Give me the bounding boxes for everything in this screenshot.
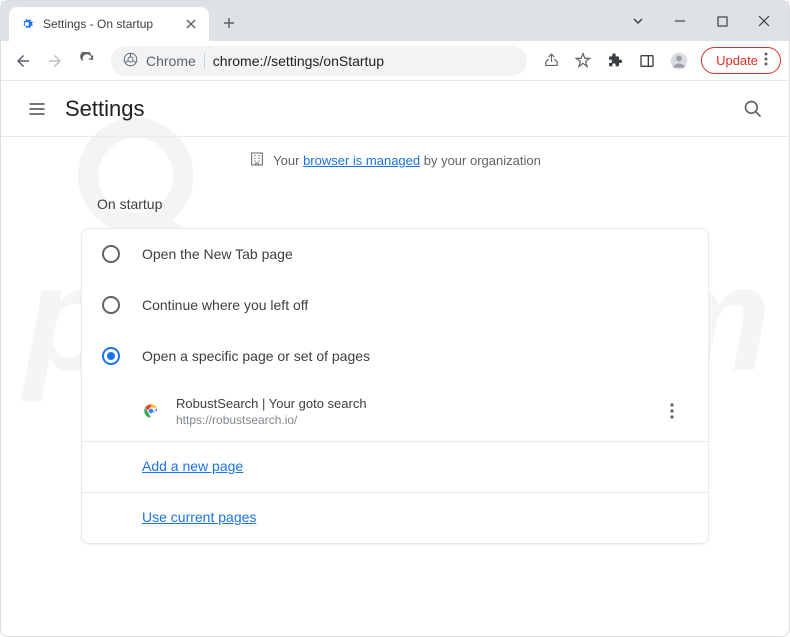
add-page-link[interactable]: Add a new page [142, 458, 243, 474]
update-label: Update [716, 53, 758, 68]
back-button[interactable] [9, 47, 37, 75]
option-label: Open a specific page or set of pages [142, 348, 370, 364]
radio-icon [102, 245, 120, 263]
window-controls [621, 1, 789, 41]
startup-page-item: RobustSearch | Your goto search https://… [82, 381, 708, 441]
update-button[interactable]: Update [701, 47, 781, 74]
managed-banner: Your browser is managed by your organiza… [1, 137, 789, 184]
use-current-link[interactable]: Use current pages [142, 509, 256, 525]
section-title: On startup [81, 184, 709, 228]
extensions-icon[interactable] [601, 47, 629, 75]
building-icon [249, 151, 265, 170]
separator [204, 53, 205, 69]
chevron-down-icon[interactable] [621, 6, 655, 36]
browser-toolbar: Chrome chrome://settings/onStartup Updat… [1, 41, 789, 81]
maximize-button[interactable] [705, 6, 739, 36]
share-icon[interactable] [537, 47, 565, 75]
page-item-title: RobustSearch | Your goto search [176, 396, 640, 411]
tab-title: Settings - On startup [43, 17, 175, 31]
hamburger-icon[interactable] [17, 89, 57, 129]
use-current-row: Use current pages [82, 492, 708, 543]
managed-link[interactable]: browser is managed [303, 153, 420, 168]
page-title: Settings [65, 96, 733, 122]
profile-icon[interactable] [665, 47, 693, 75]
bookmark-icon[interactable] [569, 47, 597, 75]
site-favicon [142, 402, 160, 420]
titlebar: Settings - On startup [1, 1, 789, 41]
gear-icon [19, 16, 35, 32]
option-specific-pages[interactable]: Open a specific page or set of pages [82, 330, 708, 381]
sidebar-icon[interactable] [633, 47, 661, 75]
settings-header: Settings [1, 81, 789, 137]
option-label: Open the New Tab page [142, 246, 293, 262]
page-item-url: https://robustsearch.io/ [176, 413, 640, 427]
close-window-button[interactable] [747, 6, 781, 36]
reload-button[interactable] [73, 47, 101, 75]
minimize-button[interactable] [663, 6, 697, 36]
close-icon[interactable] [183, 16, 199, 32]
radio-icon [102, 296, 120, 314]
omnibox-prefix: Chrome [146, 53, 196, 69]
address-bar[interactable]: Chrome chrome://settings/onStartup [111, 46, 527, 76]
startup-card: Open the New Tab page Continue where you… [81, 228, 709, 544]
option-label: Continue where you left off [142, 297, 308, 313]
radio-icon [102, 347, 120, 365]
search-icon[interactable] [733, 89, 773, 129]
managed-text: Your browser is managed by your organiza… [273, 153, 541, 168]
page-item-menu[interactable] [656, 395, 688, 427]
option-continue[interactable]: Continue where you left off [82, 279, 708, 330]
omnibox-url: chrome://settings/onStartup [213, 53, 515, 69]
browser-tab[interactable]: Settings - On startup [9, 7, 209, 41]
option-new-tab[interactable]: Open the New Tab page [82, 229, 708, 279]
menu-dots-icon [764, 52, 768, 69]
settings-content: On startup Open the New Tab page Continu… [1, 184, 789, 544]
new-tab-button[interactable] [215, 9, 243, 37]
forward-button[interactable] [41, 47, 69, 75]
add-page-row: Add a new page [82, 441, 708, 492]
chrome-icon [123, 52, 138, 70]
